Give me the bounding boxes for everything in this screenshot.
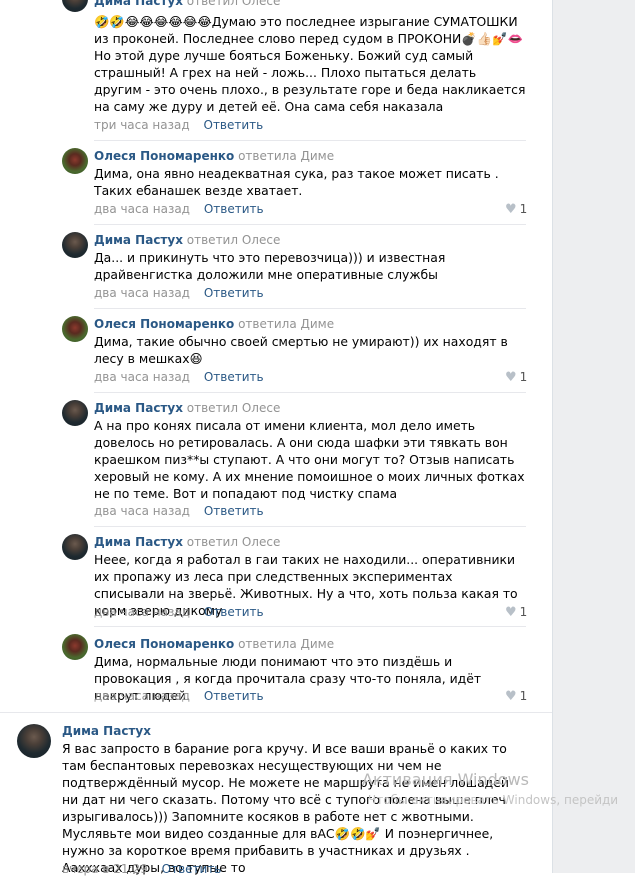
comment-footer: два часа назад Ответить — [94, 504, 264, 518]
heart-icon: ♥ — [505, 202, 517, 217]
author-avatar[interactable] — [62, 316, 88, 342]
comment-time[interactable]: три часа назад — [94, 118, 190, 132]
comment-time[interactable]: два часа назад — [94, 370, 190, 384]
author-name[interactable]: Олеся Пономаренко — [94, 149, 234, 163]
like-button[interactable]: ♥ 1 — [505, 370, 527, 385]
comment-header: Олеся Пономаренко ответила Диме — [94, 149, 334, 163]
like-count: 1 — [519, 202, 528, 216]
reply-to-label: ответил Олесе — [186, 0, 281, 8]
reply-to-label: ответил Олесе — [186, 535, 281, 549]
reply-button[interactable]: Ответить — [162, 862, 222, 876]
comment-text: Я вас запросто в барание рога кручу. И в… — [62, 741, 509, 875]
author-name[interactable]: Дима Пастух — [94, 535, 183, 549]
heart-icon: ♥ — [505, 605, 517, 620]
author-avatar[interactable] — [17, 724, 51, 758]
comment-item: Олеся Пономаренко ответила Диме Дима, но… — [0, 626, 552, 710]
reply-button[interactable]: Ответить — [204, 202, 264, 216]
comment-item: Олеся Пономаренко ответила Диме Дима, он… — [0, 140, 552, 224]
reply-button[interactable]: Ответить — [204, 504, 264, 518]
like-count: 1 — [519, 689, 528, 703]
like-button[interactable]: ♥ 1 — [505, 202, 527, 217]
comment-item: Дима Пастух ответил Олесе 🤣🤣😂😂😂😂😂😂Думаю … — [0, 0, 552, 140]
heart-icon: ♥ — [505, 370, 517, 385]
reply-to-label: ответил Олесе — [186, 401, 281, 415]
comment-item: Дима Пастух ответил Олесе Неее, когда я … — [0, 526, 552, 626]
reply-button[interactable]: Ответить — [204, 370, 264, 384]
comment-footer: вчера в 21:29 Ответить — [62, 862, 221, 876]
comment-footer: два часа назад Ответить — [94, 286, 264, 300]
author-avatar[interactable] — [62, 0, 88, 12]
comment-header: Дима Пастух — [62, 724, 151, 738]
comment-header: Дима Пастух ответил Олесе — [94, 535, 280, 549]
author-name[interactable]: Дима Пастух — [94, 0, 183, 8]
comment-footer: два часа назад Ответить — [94, 202, 264, 216]
comment-text: Дима, такие обычно своей смертью не умир… — [94, 334, 508, 366]
comment-footer: два часа назад Ответить — [94, 605, 264, 619]
reply-button[interactable]: Ответить — [204, 286, 264, 300]
comment-header: Дима Пастух ответил Олесе — [94, 0, 280, 8]
author-avatar[interactable] — [62, 634, 88, 660]
comment-time[interactable]: два часа назад — [94, 689, 190, 703]
comment-text: А на про конях писала от имени клиента, … — [94, 418, 525, 501]
comment-time[interactable]: два часа назад — [94, 504, 190, 518]
windows-activation-watermark-title: Активация Windows — [362, 770, 529, 789]
comment-header: Олеся Пономаренко ответила Диме — [94, 317, 334, 331]
comment-text: 🤣🤣😂😂😂😂😂😂Думаю это последнее изрыгание СУ… — [94, 14, 526, 114]
comment-header: Дима Пастух ответил Олесе — [94, 401, 280, 415]
comment-footer: два часа назад Ответить — [94, 370, 264, 384]
comment-header: Дима Пастух ответил Олесе — [94, 233, 280, 247]
author-avatar[interactable] — [62, 534, 88, 560]
like-count: 1 — [519, 605, 528, 619]
comment-item: Дима Пастух ответил Олесе Да... и прикин… — [0, 224, 552, 308]
like-button[interactable]: ♥ 1 — [505, 689, 527, 704]
reply-to-label: ответил Олесе — [186, 233, 281, 247]
author-name[interactable]: Дима Пастух — [94, 401, 183, 415]
comment-time[interactable]: два часа назад — [94, 202, 190, 216]
author-avatar[interactable] — [62, 400, 88, 426]
reply-button[interactable]: Ответить — [204, 605, 264, 619]
author-name[interactable]: Дима Пастух — [62, 724, 151, 738]
like-button[interactable]: ♥ 1 — [505, 605, 527, 620]
comment-text: Дима, она явно неадекватная сука, раз та… — [94, 166, 499, 198]
reply-button[interactable]: Ответить — [204, 118, 264, 132]
comment-header: Олеся Пономаренко ответила Диме — [94, 637, 334, 651]
comment-item: Олеся Пономаренко ответила Диме Дима, та… — [0, 308, 552, 392]
author-name[interactable]: Дима Пастух — [94, 233, 183, 247]
comment-footer: два часа назад Ответить — [94, 689, 264, 703]
comment-item: Дима Пастух ответил Олесе А на про конях… — [0, 392, 552, 526]
right-page-background — [553, 0, 635, 873]
reply-button[interactable]: Ответить — [204, 689, 264, 703]
author-avatar[interactable] — [62, 148, 88, 174]
author-avatar[interactable] — [62, 232, 88, 258]
comment-text: Да... и прикинуть что это перевозчица)))… — [94, 250, 446, 282]
comment-time[interactable]: два часа назад — [94, 286, 190, 300]
comment-time[interactable]: два часа назад — [94, 605, 190, 619]
reply-to-label: ответила Диме — [238, 149, 335, 163]
comment-time[interactable]: вчера в 21:29 — [62, 862, 148, 876]
windows-activation-watermark-subtitle: Чтобы активировать Windows, перейди — [368, 793, 619, 807]
heart-icon: ♥ — [505, 689, 517, 704]
comment-footer: три часа назад Ответить — [94, 118, 263, 132]
card-border — [552, 0, 553, 873]
reply-to-label: ответила Диме — [238, 317, 335, 331]
author-name[interactable]: Олеся Пономаренко — [94, 637, 234, 651]
author-name[interactable]: Олеся Пономаренко — [94, 317, 234, 331]
reply-to-label: ответила Диме — [238, 637, 335, 651]
like-count: 1 — [519, 370, 528, 384]
